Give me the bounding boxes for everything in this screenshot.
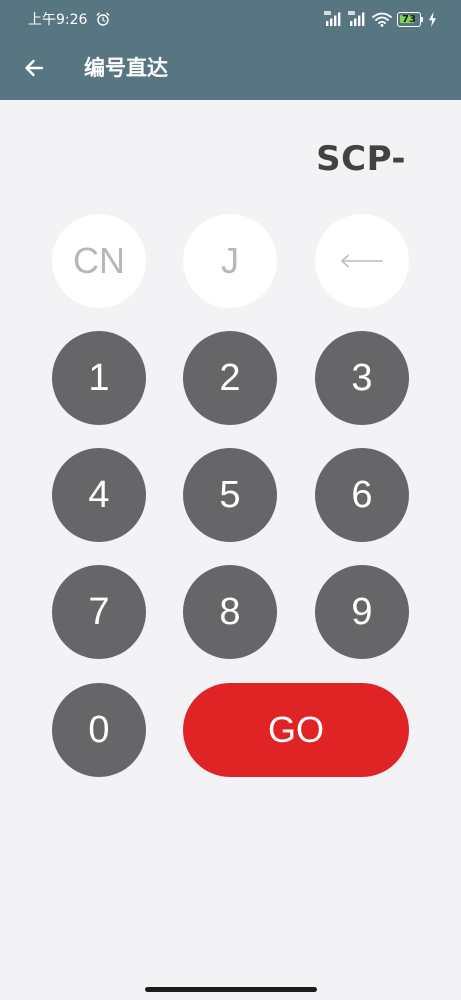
status-time: 上午9:26: [28, 12, 88, 28]
digit-key-4[interactable]: 4: [52, 448, 146, 542]
alarm-icon: [96, 12, 110, 26]
battery-icon: 73: [397, 12, 424, 27]
digit-label: 9: [351, 590, 373, 633]
arrow-left-icon: [25, 59, 44, 77]
home-indicator[interactable]: [145, 987, 317, 992]
digit-label: 5: [219, 473, 241, 516]
j-key[interactable]: J: [183, 214, 277, 308]
digit-key-7[interactable]: 7: [52, 565, 146, 659]
charging-icon: [429, 12, 436, 27]
go-button-label: GO: [267, 709, 324, 750]
page-title: 编号直达: [84, 56, 168, 80]
cn-key-label: CN: [73, 240, 125, 281]
digit-key-5[interactable]: 5: [183, 448, 277, 542]
digit-key-2[interactable]: 2: [183, 331, 277, 425]
digit-label: 8: [219, 590, 241, 633]
digit-label: 6: [351, 473, 373, 516]
battery-cap: [421, 17, 423, 22]
go-button[interactable]: GO: [183, 683, 409, 777]
battery-level: 73: [402, 14, 416, 25]
number-display: SCP-: [316, 139, 406, 179]
digit-label: 2: [219, 356, 241, 399]
backspace-key[interactable]: [315, 214, 409, 308]
digit-label: 1: [88, 356, 110, 399]
digit-key-9[interactable]: 9: [315, 565, 409, 659]
digit-key-6[interactable]: 6: [315, 448, 409, 542]
signal-icon: [324, 11, 341, 26]
backspace-arrow-icon: [341, 254, 383, 268]
digit-label: 7: [88, 590, 110, 633]
cn-key[interactable]: CN: [52, 214, 146, 308]
digit-label: 3: [351, 356, 373, 399]
digit-key-8[interactable]: 8: [183, 565, 277, 659]
digit-label: 4: [88, 473, 110, 516]
status-bar: 上午9:26 73: [0, 0, 461, 40]
j-key-label: J: [221, 240, 239, 281]
top-bar: 上午9:26 73 编号直达: [0, 0, 461, 100]
digit-label: 0: [88, 708, 110, 751]
digit-key-3[interactable]: 3: [315, 331, 409, 425]
digit-key-1[interactable]: 1: [52, 331, 146, 425]
signal-icon: [348, 11, 365, 26]
back-button[interactable]: [14, 46, 54, 90]
digit-key-0[interactable]: 0: [52, 683, 146, 777]
wifi-icon: [372, 12, 392, 27]
